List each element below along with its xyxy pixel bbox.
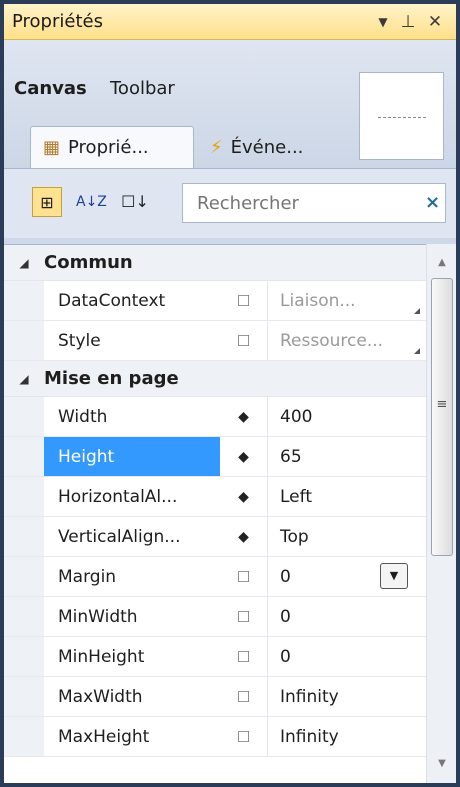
advanced-options-icon[interactable]: ☐ [220,597,268,636]
categorize-button[interactable]: ⊞ [32,187,62,217]
property-name: Height [44,437,220,476]
dropdown-icon[interactable]: ▼ [372,10,394,34]
property-row-width[interactable]: Width ◆ 400 [4,397,426,437]
search-clear-icon[interactable]: × [425,194,440,212]
properties-panel: Propriétés ▼ ⊥ ✕ Canvas Toolbar ▦ Propri… [0,0,460,787]
panel-title: Propriétés [12,11,103,32]
property-value[interactable]: 65 [268,437,426,476]
tab-events[interactable]: ⚡ Événe... [202,126,352,168]
advanced-options-icon[interactable]: ☐ [220,557,268,596]
category-mise-en-page[interactable]: ◢ Mise en page [4,361,426,397]
property-grid: ◢ Commun DataContext ☐ Liaison... Style … [4,244,426,783]
property-name: HorizontalAl... [58,487,178,507]
property-row-style[interactable]: Style ☐ Ressource... [4,321,426,361]
property-value[interactable]: 400 [268,397,426,436]
property-name: MinHeight [58,647,145,667]
property-row-margin[interactable]: Margin ☐ 0 ▼ [4,557,426,597]
property-name: MaxWidth [58,687,143,707]
property-row-horizontalalignment[interactable]: HorizontalAl... ◆ Left [4,477,426,517]
property-value[interactable]: Infinity [268,717,426,756]
property-row-maxheight[interactable]: MaxHeight ☐ Infinity [4,717,426,757]
property-value[interactable]: Liaison... [268,281,426,320]
properties-icon: ▦ [43,137,61,158]
property-value[interactable]: 0 ▼ [268,557,426,596]
advanced-options-icon[interactable]: ☐ [220,717,268,756]
scrollbar-thumb[interactable]: ≡ [431,278,453,556]
local-value-icon[interactable]: ◆ [220,477,268,516]
local-value-icon[interactable]: ◆ [220,517,268,556]
property-row-minheight[interactable]: MinHeight ☐ 0 [4,637,426,677]
property-row-minwidth[interactable]: MinWidth ☐ 0 [4,597,426,637]
tab-properties[interactable]: ▦ Proprié... [30,126,194,168]
close-icon[interactable]: ✕ [424,10,446,34]
local-value-icon[interactable]: ◆ [220,437,268,476]
sort-alpha-button[interactable]: A↓Z [76,187,107,217]
property-name: Style [58,331,101,351]
advanced-options-icon[interactable]: ☐ [220,281,268,320]
tab-events-label: Événe... [230,136,304,158]
category-label: Commun [44,252,133,273]
property-row-maxwidth[interactable]: MaxWidth ☐ Infinity [4,677,426,717]
preview-outline [378,117,426,118]
advanced-options-icon[interactable]: ☐ [220,677,268,716]
vertical-scrollbar[interactable]: ▲ ≡ ▼ [426,244,456,783]
resize-corner-icon [414,348,420,354]
property-row-height[interactable]: Height ◆ 65 [4,437,426,477]
pin-icon[interactable]: ⊥ [397,10,419,34]
resize-corner-icon [414,308,420,314]
advanced-options-icon[interactable]: ☐ [220,321,268,360]
chevron-down-icon[interactable]: ▼ [380,563,408,589]
search-input[interactable] [182,183,446,223]
property-value[interactable]: Infinity [268,677,426,716]
object-name: Toolbar [110,78,175,99]
local-value-icon[interactable]: ◆ [220,397,268,436]
object-type: Canvas [14,78,87,99]
object-preview [359,72,444,160]
expand-arrow-icon[interactable]: ◢ [4,256,44,270]
category-commun[interactable]: ◢ Commun [4,245,426,281]
filter-button[interactable]: ☐↓ [120,187,150,217]
property-row-datacontext[interactable]: DataContext ☐ Liaison... [4,281,426,321]
property-value[interactable]: 0 [268,597,426,636]
title-bar: Propriétés ▼ ⊥ ✕ [4,4,456,40]
property-value[interactable]: Ressource... [268,321,426,360]
property-name: Width [58,407,108,427]
property-value[interactable]: 0 [268,637,426,676]
property-value[interactable]: Left [268,477,426,516]
category-label: Mise en page [44,368,179,389]
property-name: DataContext [58,291,166,311]
scroll-down-icon[interactable]: ▼ [427,749,457,779]
property-row-verticalalignment[interactable]: VerticalAlign... ◆ Top [4,517,426,557]
tab-properties-label: Proprié... [68,137,149,158]
property-value[interactable]: Top [268,517,426,556]
scroll-up-icon[interactable]: ▲ [427,248,457,278]
property-name: MinWidth [58,607,138,627]
advanced-options-icon[interactable]: ☐ [220,637,268,676]
expand-arrow-icon[interactable]: ◢ [4,372,44,386]
property-name: VerticalAlign... [58,527,181,547]
lightning-icon: ⚡ [210,136,223,158]
property-name: Margin [58,567,117,587]
property-name: MaxHeight [58,727,150,747]
properties-toolbar: ⊞ A↓Z ☐↓ × [4,168,456,238]
